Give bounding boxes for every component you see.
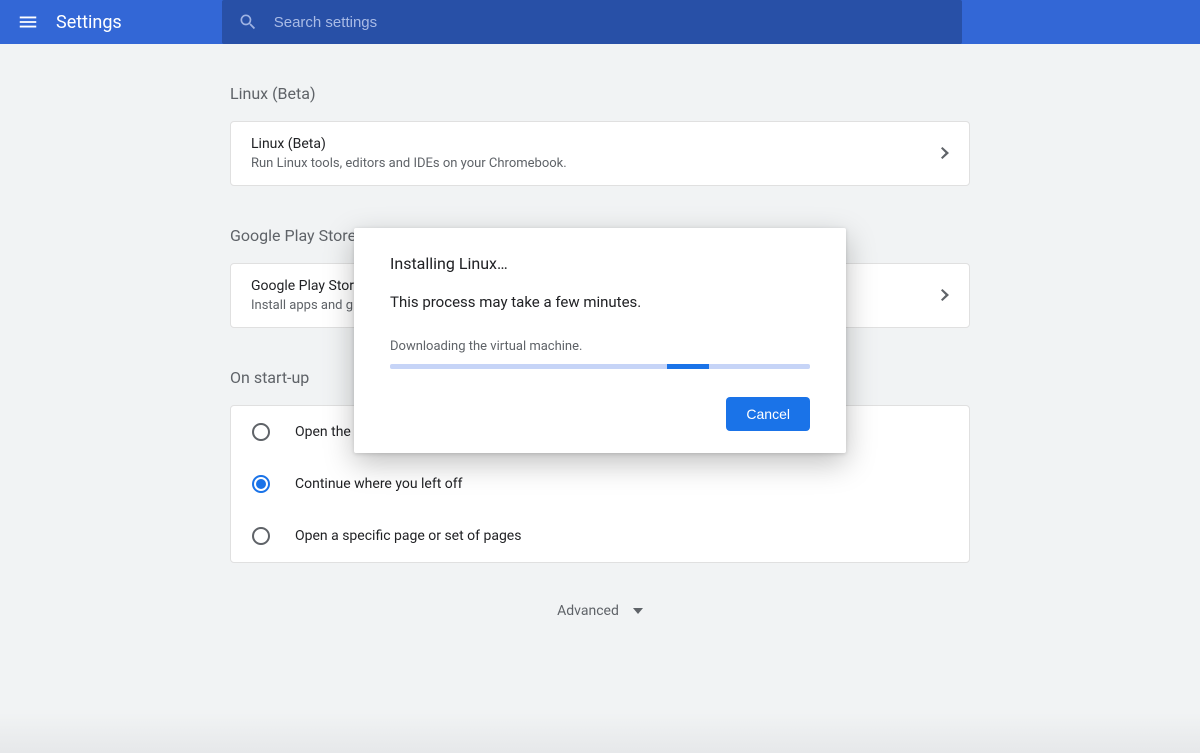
startup-option-label: Open a specific page or set of pages — [295, 528, 521, 544]
menu-button[interactable] — [14, 8, 42, 36]
startup-option-2[interactable]: Open a specific page or set of pages — [231, 510, 969, 562]
cancel-button[interactable]: Cancel — [726, 397, 810, 431]
radio-icon — [251, 526, 271, 546]
playstore-row-title: Google Play Store — [251, 278, 361, 294]
radio-icon — [251, 474, 271, 494]
chevron-right-icon — [941, 286, 949, 305]
progress-bar — [390, 364, 810, 369]
chevron-down-icon — [633, 608, 643, 614]
section-heading-linux: Linux (Beta) — [230, 84, 970, 103]
app-title: Settings — [56, 12, 122, 33]
linux-row-text: Linux (Beta) Run Linux tools, editors an… — [251, 136, 567, 171]
playstore-row-text: Google Play Store Install apps and g — [251, 278, 361, 313]
app-header: Settings — [0, 0, 1200, 44]
search-input[interactable] — [274, 14, 962, 31]
dialog-message: This process may take a few minutes. — [390, 293, 810, 311]
search-icon — [238, 12, 258, 32]
search-bar[interactable] — [222, 0, 962, 44]
advanced-label: Advanced — [557, 603, 619, 619]
linux-row-subtitle: Run Linux tools, editors and IDEs on you… — [251, 156, 567, 171]
install-linux-dialog: Installing Linux… This process may take … — [354, 228, 846, 453]
linux-row-title: Linux (Beta) — [251, 136, 567, 152]
startup-option-1[interactable]: Continue where you left off — [231, 458, 969, 510]
linux-row[interactable]: Linux (Beta) Run Linux tools, editors an… — [231, 122, 969, 185]
radio-icon — [251, 422, 271, 442]
progress-indicator — [667, 364, 709, 369]
dialog-actions: Cancel — [390, 397, 810, 431]
startup-option-label: Continue where you left off — [295, 476, 463, 492]
playstore-row-subtitle: Install apps and g — [251, 298, 361, 313]
dialog-status: Downloading the virtual machine. — [390, 339, 810, 354]
hamburger-icon — [17, 11, 39, 33]
linux-card: Linux (Beta) Run Linux tools, editors an… — [230, 121, 970, 186]
advanced-toggle[interactable]: Advanced — [230, 603, 970, 619]
bottom-fade — [0, 713, 1200, 753]
dialog-title: Installing Linux… — [390, 254, 810, 273]
chevron-right-icon — [941, 144, 949, 163]
